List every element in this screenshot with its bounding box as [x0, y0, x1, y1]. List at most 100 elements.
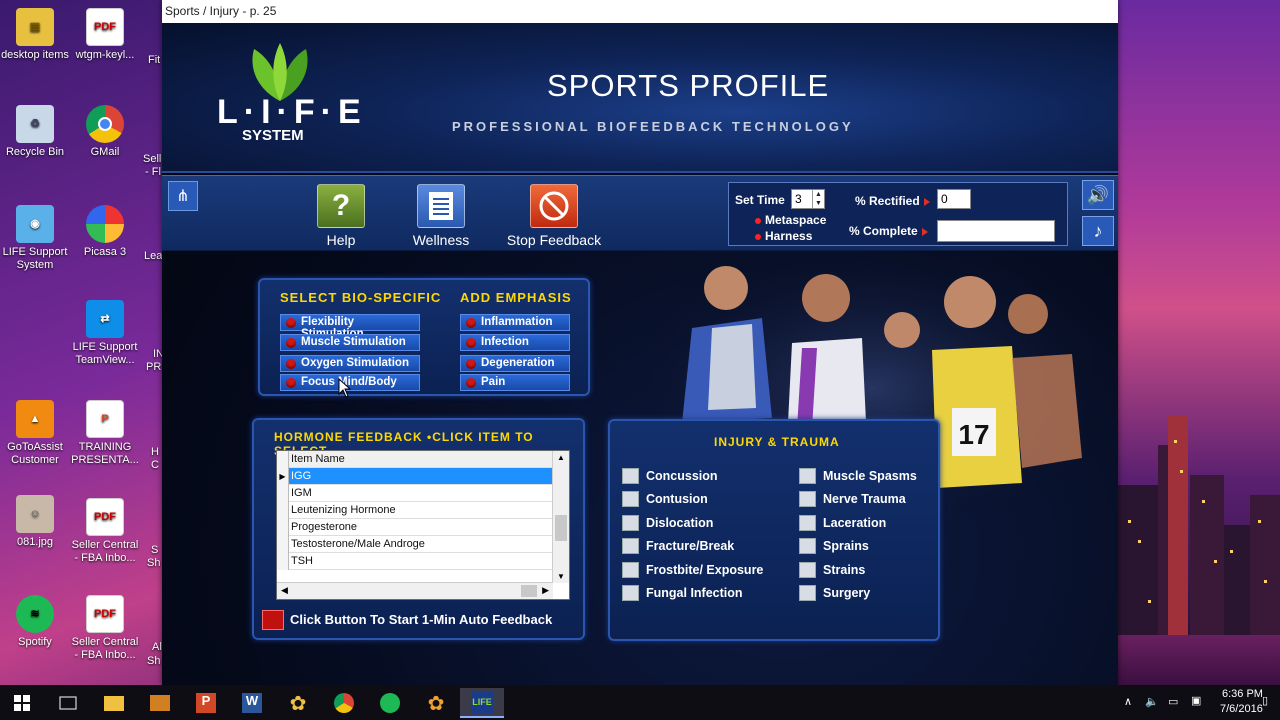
hscroll-thumb[interactable] — [521, 585, 537, 597]
scroll-up-icon[interactable]: ▲ — [557, 453, 565, 462]
injury-checkbox[interactable] — [799, 562, 816, 578]
desktop-icon-label: LIFE Support System — [2, 246, 68, 271]
list-item[interactable]: IGM — [277, 485, 553, 502]
injury-checkbox[interactable] — [799, 491, 816, 507]
injury-checkbox[interactable] — [622, 515, 639, 531]
wellness-button[interactable]: Wellness — [410, 184, 472, 248]
desktop-icon[interactable]: PDF wtgm-keyl... — [70, 8, 140, 62]
network-icon[interactable]: ▭ — [1168, 695, 1178, 708]
injury-label: Frostbite/ Exposure — [646, 563, 764, 577]
emphasis-item-degeneration[interactable]: Degeneration — [460, 355, 570, 372]
task-view-icon[interactable] — [46, 688, 90, 718]
set-time-stepper[interactable]: 3 ▲ ▼ — [791, 189, 825, 209]
metaspace-label: Metaspace — [765, 213, 827, 227]
clock-time[interactable]: 6:36 PM — [1222, 688, 1263, 700]
bio-item-muscle[interactable]: Muscle Stimulation — [280, 334, 420, 351]
speaker-icon[interactable]: 🔊 — [1082, 180, 1114, 210]
help-label: Help — [326, 232, 356, 248]
row-gutter — [277, 553, 289, 570]
injury-checkbox[interactable] — [799, 538, 816, 554]
complete-field[interactable] — [937, 220, 1055, 242]
hormone-list[interactable]: Item Name ▶ IGG IGM Leutenizing Hormone P… — [276, 450, 570, 600]
desktop-icon[interactable]: P TRAINING PRESENTA... — [70, 400, 140, 467]
injury-checkbox[interactable] — [799, 515, 816, 531]
tray-chevron-icon[interactable]: ∧ — [1124, 695, 1132, 708]
music-note-icon[interactable]: ♪ — [1082, 216, 1114, 246]
teamviewer-icon: ⇄ — [86, 300, 124, 338]
scroll-down-icon[interactable]: ▼ — [557, 572, 565, 581]
scroll-right-icon[interactable]: ▶ — [542, 585, 549, 596]
injury-checkbox[interactable] — [622, 585, 639, 601]
desktop-partial-label: H — [151, 446, 159, 458]
life-app-icon[interactable]: LIFE — [460, 688, 504, 718]
action-center-icon[interactable]: ▯ — [1262, 694, 1268, 707]
window-title[interactable]: Sports / Injury - p. 25 — [162, 0, 1118, 23]
bio-item-oxygen[interactable]: Oxygen Stimulation — [280, 355, 420, 372]
desktop-icon[interactable]: ☺ 081.jpg — [0, 495, 70, 549]
desktop-icon[interactable]: ◉ LIFE Support System — [0, 205, 70, 272]
powerpoint-icon[interactable]: P — [184, 688, 228, 718]
desktop-icon[interactable]: ♻ Recycle Bin — [0, 105, 70, 159]
media-player-icon[interactable] — [138, 688, 182, 718]
logo-system-text: SYSTEM — [242, 127, 304, 144]
list-item[interactable]: Progesterone — [277, 519, 553, 536]
list-item[interactable]: TSH — [277, 553, 553, 570]
desktop-icon[interactable]: ▲ GoToAssist Customer — [0, 400, 70, 467]
notification-icon[interactable]: ▣ — [1191, 694, 1201, 707]
help-button[interactable]: ? Help — [316, 184, 366, 248]
desktop-icon[interactable]: ⇄ LIFE Support TeamView... — [70, 300, 140, 367]
desktop-icon[interactable]: ▤ desktop items — [0, 8, 70, 62]
chrome-icon[interactable] — [322, 688, 366, 718]
spinner-arrows-icon[interactable]: ▲ ▼ — [812, 190, 824, 208]
spotify-icon[interactable] — [368, 688, 412, 718]
horizontal-scrollbar[interactable]: ◀ ▶ — [277, 582, 553, 599]
list-item[interactable]: ▶ IGG — [277, 468, 553, 485]
red-arrow-icon — [921, 227, 928, 236]
auto-feedback-button[interactable] — [262, 610, 284, 630]
injury-checkbox[interactable] — [622, 538, 639, 554]
desktop-partial-label: - Fl — [145, 166, 161, 178]
flower-app-icon[interactable]: ✿ — [276, 688, 320, 718]
desktop-icon-label: desktop items — [1, 49, 69, 61]
list-item[interactable]: Testosterone/Male Androge — [277, 536, 553, 553]
list-item-label: TSH — [291, 555, 313, 567]
list-item[interactable]: Leutenizing Hormone — [277, 502, 553, 519]
injury-trauma-panel: INJURY & TRAUMA Concussion Contusion Dis… — [608, 419, 940, 641]
emphasis-item-inflammation[interactable]: Inflammation — [460, 314, 570, 331]
antenna-icon[interactable]: ⋔ — [168, 181, 198, 211]
chrome-icon — [86, 105, 124, 143]
desktop-icon[interactable]: ≋ Spotify — [0, 595, 70, 649]
auto-feedback-label: Click Button To Start 1-Min Auto Feedbac… — [290, 612, 553, 627]
injury-checkbox[interactable] — [622, 562, 639, 578]
desktop-icon[interactable]: Picasa 3 — [70, 205, 140, 259]
bio-item-flexibility[interactable]: Flexibility Stimulation — [280, 314, 420, 340]
injury-checkbox[interactable] — [799, 585, 816, 601]
harness-indicator: Harness — [755, 229, 812, 243]
injury-checkbox[interactable] — [622, 468, 639, 484]
red-led-icon — [466, 338, 476, 348]
file-explorer-icon[interactable] — [92, 688, 136, 718]
desktop-icon[interactable]: PDF Seller Central - FBA Inbo... — [70, 498, 140, 565]
injury-checkbox[interactable] — [622, 491, 639, 507]
vertical-scrollbar[interactable]: ▲ ▼ — [552, 451, 569, 583]
red-led-icon — [286, 378, 296, 388]
gotoassist-icon: ▲ — [16, 400, 54, 438]
word-icon[interactable]: W — [230, 688, 274, 718]
desktop-icon[interactable]: GMail — [70, 105, 140, 159]
injury-checkbox[interactable] — [799, 468, 816, 484]
injury-label: Fracture/Break — [646, 539, 735, 553]
desktop-icon[interactable]: PDF Seller Central - FBA Inbo... — [70, 595, 140, 662]
desktop-icon-label: Seller Central - FBA Inbo... — [71, 539, 139, 564]
scroll-thumb[interactable] — [555, 515, 567, 541]
flower-app-icon[interactable]: ✿ — [414, 688, 458, 718]
volume-icon[interactable]: 🔈 — [1145, 695, 1159, 708]
emphasis-item-infection[interactable]: Infection — [460, 334, 570, 351]
start-windows-icon[interactable] — [0, 688, 44, 718]
question-icon: ? — [317, 184, 365, 228]
scroll-left-icon[interactable]: ◀ — [281, 585, 288, 596]
clock-date[interactable]: 7/6/2016 — [1220, 703, 1263, 715]
rectified-field[interactable]: 0 — [937, 189, 971, 209]
red-led-icon — [466, 359, 476, 369]
emphasis-item-pain[interactable]: Pain — [460, 374, 570, 391]
stop-feedback-button[interactable]: Stop Feedback — [506, 184, 602, 248]
